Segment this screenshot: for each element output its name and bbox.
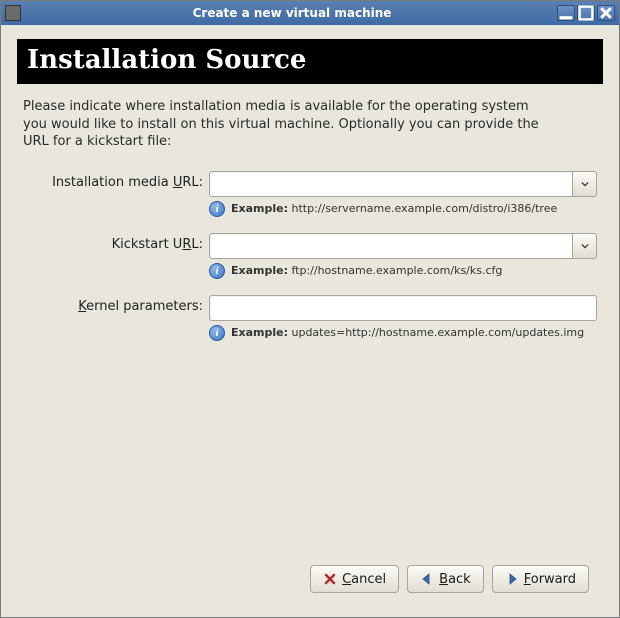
window-controls xyxy=(557,5,615,21)
cancel-button[interactable]: Cancel xyxy=(310,565,399,593)
chevron-down-icon xyxy=(581,181,589,187)
info-icon: i xyxy=(209,325,225,341)
forward-button[interactable]: Forward xyxy=(492,565,589,593)
kernel-params-field-wrap xyxy=(209,295,597,321)
media-url-hint: i Example: http://servername.example.com… xyxy=(209,201,597,217)
minimize-button[interactable] xyxy=(557,5,575,21)
arrow-left-icon xyxy=(420,572,434,586)
kickstart-url-input[interactable] xyxy=(209,233,573,259)
spacer xyxy=(17,353,603,555)
cancel-icon xyxy=(323,572,337,586)
kickstart-url-label: Kickstart URL: xyxy=(23,233,203,259)
window-frame: Create a new virtual machine Installatio… xyxy=(0,0,620,618)
maximize-icon xyxy=(578,5,594,21)
intro-text: Please indicate where installation media… xyxy=(23,98,543,151)
media-url-dropdown-button[interactable] xyxy=(573,171,597,197)
close-button[interactable] xyxy=(597,5,615,21)
info-icon: i xyxy=(209,201,225,217)
kickstart-url-dropdown-button[interactable] xyxy=(573,233,597,259)
titlebar: Create a new virtual machine xyxy=(1,1,619,25)
button-bar: Cancel Back Forward xyxy=(17,555,603,607)
dialog-content: Installation Source Please indicate wher… xyxy=(1,25,619,617)
page-title: Installation Source xyxy=(17,39,603,84)
media-url-combo xyxy=(209,171,597,197)
back-button[interactable]: Back xyxy=(407,565,484,593)
info-icon: i xyxy=(209,263,225,279)
kernel-params-label: Kernel parameters: xyxy=(23,295,203,321)
minimize-icon xyxy=(558,5,574,21)
arrow-right-icon xyxy=(505,572,519,586)
media-url-input[interactable] xyxy=(209,171,573,197)
kickstart-url-combo xyxy=(209,233,597,259)
form-grid: Installation media URL: i Example: http:… xyxy=(23,171,597,353)
kickstart-url-hint: i Example: ftp://hostname.example.com/ks… xyxy=(209,263,597,279)
close-icon xyxy=(598,5,614,21)
app-icon xyxy=(5,5,21,21)
window-title: Create a new virtual machine xyxy=(27,6,557,20)
kernel-params-input[interactable] xyxy=(209,295,597,321)
media-url-label: Installation media URL: xyxy=(23,171,203,197)
maximize-button[interactable] xyxy=(577,5,595,21)
chevron-down-icon xyxy=(581,243,589,249)
kernel-params-hint: i Example: updates=http://hostname.examp… xyxy=(209,325,597,341)
